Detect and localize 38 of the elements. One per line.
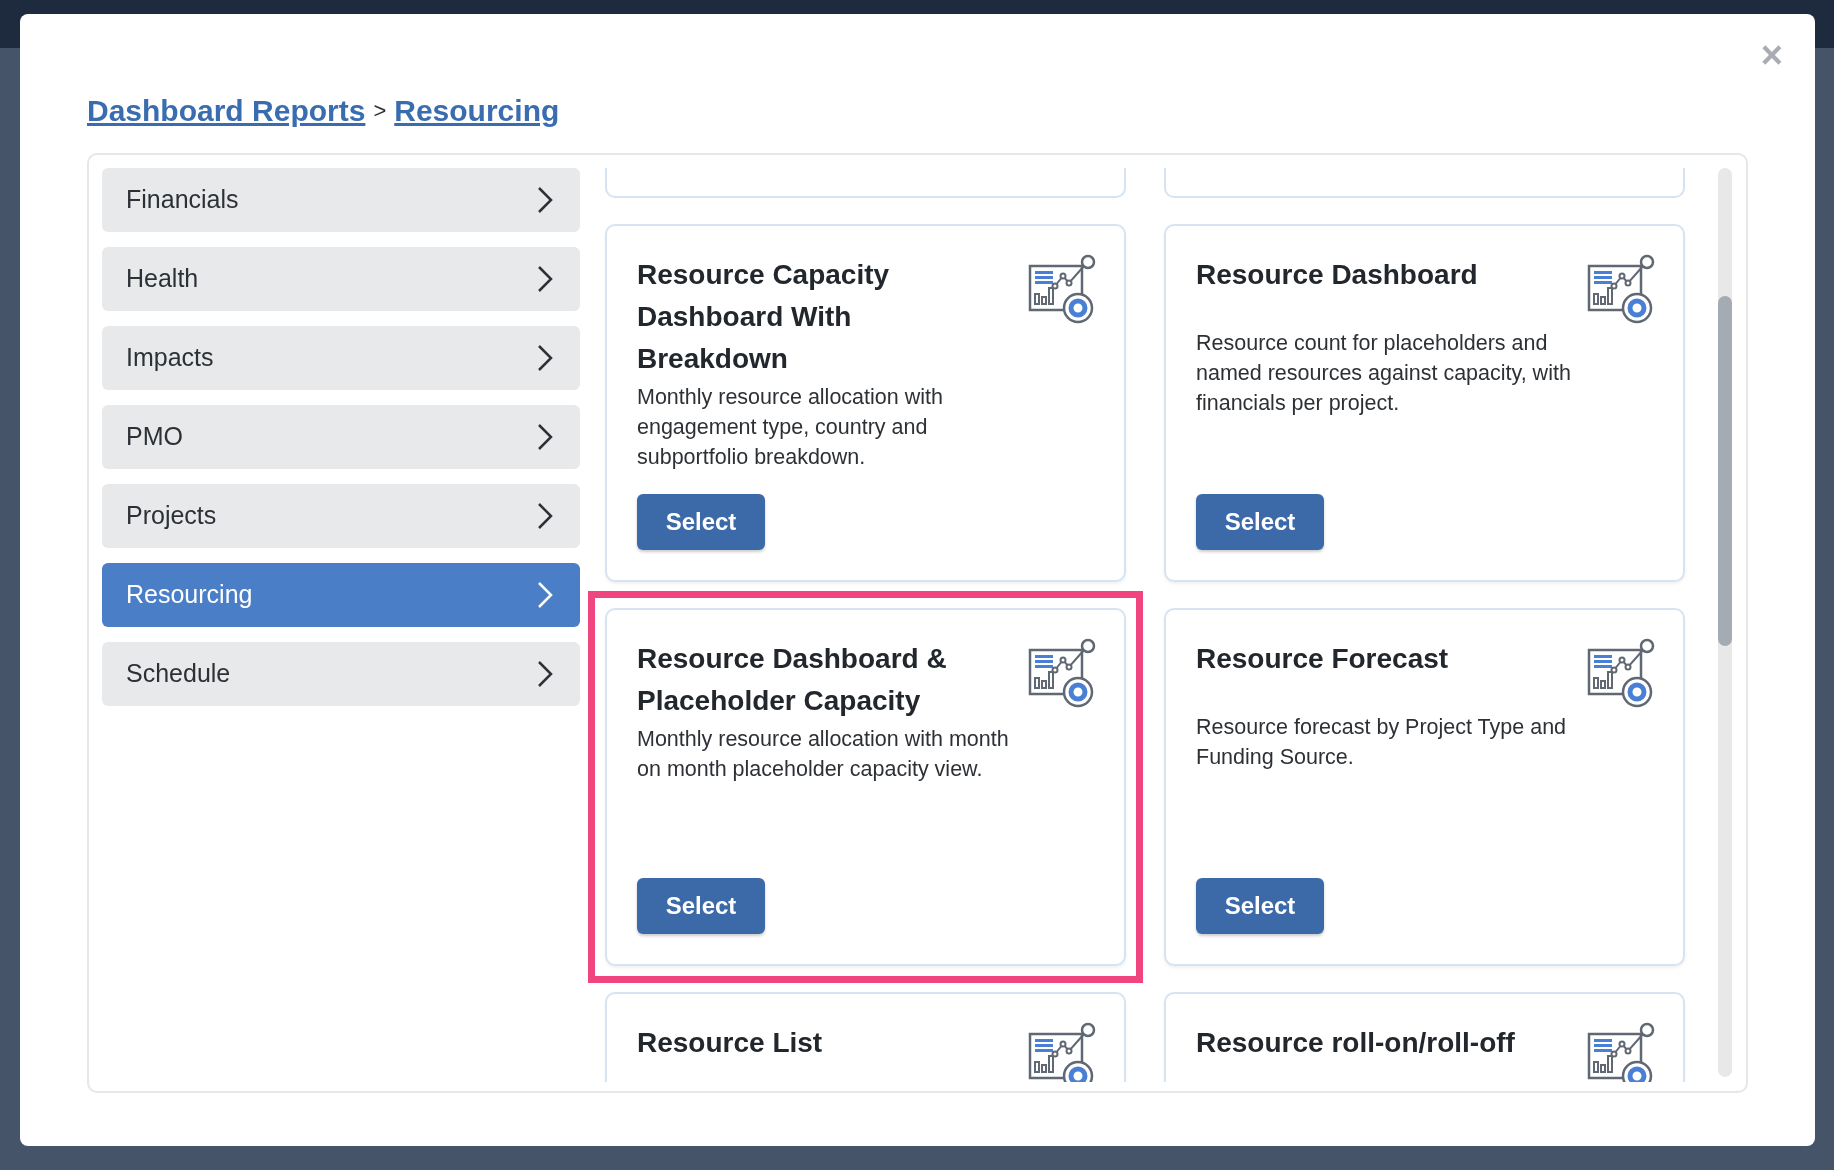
- category-item[interactable]: PMO: [102, 405, 580, 469]
- card-title: Resource List: [637, 1026, 823, 1060]
- dashboard-chart-icon: [1585, 638, 1657, 710]
- category-item[interactable]: Resourcing: [102, 563, 580, 627]
- dashboard-chart-icon: [1026, 1022, 1098, 1082]
- chevron-right-icon: [536, 423, 554, 451]
- chevron-right-icon: [536, 186, 554, 214]
- scrollbar-thumb[interactable]: [1718, 296, 1732, 646]
- category-item[interactable]: Health: [102, 247, 580, 311]
- card-title: Resource Forecast: [1196, 642, 1449, 676]
- select-button[interactable]: Select: [637, 494, 765, 550]
- breadcrumb-link[interactable]: Dashboard Reports: [87, 88, 366, 133]
- chevron-right-icon: [536, 502, 554, 530]
- card-description: Monthly resource allocation with engagement type, country and subportfolio breakdown.: [637, 384, 944, 471]
- chevron-right-icon: [536, 265, 554, 293]
- dashboard-chart-icon: [1585, 1022, 1657, 1082]
- dashboard-chart-icon: [1026, 638, 1098, 710]
- category-item[interactable]: Impacts: [102, 326, 580, 390]
- card-title: Resource Dashboard: [1196, 258, 1478, 292]
- category-item[interactable]: Schedule: [102, 642, 580, 706]
- breadcrumb-separator: >: [373, 97, 387, 125]
- chevron-right-icon: [536, 660, 554, 688]
- category-item[interactable]: Financials: [102, 168, 580, 232]
- chevron-right-icon: [536, 581, 554, 609]
- dashboard-chart-icon: [1026, 254, 1098, 326]
- category-item[interactable]: Projects: [102, 484, 580, 548]
- select-button[interactable]: Select: [1196, 878, 1324, 934]
- select-button[interactable]: Select: [637, 878, 765, 934]
- card-title: Resource Dashboard & Placeholder Capacity: [637, 642, 948, 718]
- card-description: Resource forecast by Project Type and Funding Source.: [1196, 714, 1568, 771]
- chevron-right-icon: [536, 344, 554, 372]
- dashboard-chart-icon: [1585, 254, 1657, 326]
- card-title: Resource Capacity Dashboard With Breakdown: [637, 258, 891, 376]
- card-description: Resource count for placeholders and named resources against capacity, with financials per project.: [1196, 330, 1572, 417]
- card-description: Monthly resource allocation with month on month placeholder capacity view.: [637, 726, 1010, 783]
- select-button[interactable]: Select: [1196, 494, 1324, 550]
- breadcrumb-link[interactable]: Resourcing: [394, 88, 560, 133]
- card-title: Resource roll-on/roll-off: [1196, 1026, 1515, 1060]
